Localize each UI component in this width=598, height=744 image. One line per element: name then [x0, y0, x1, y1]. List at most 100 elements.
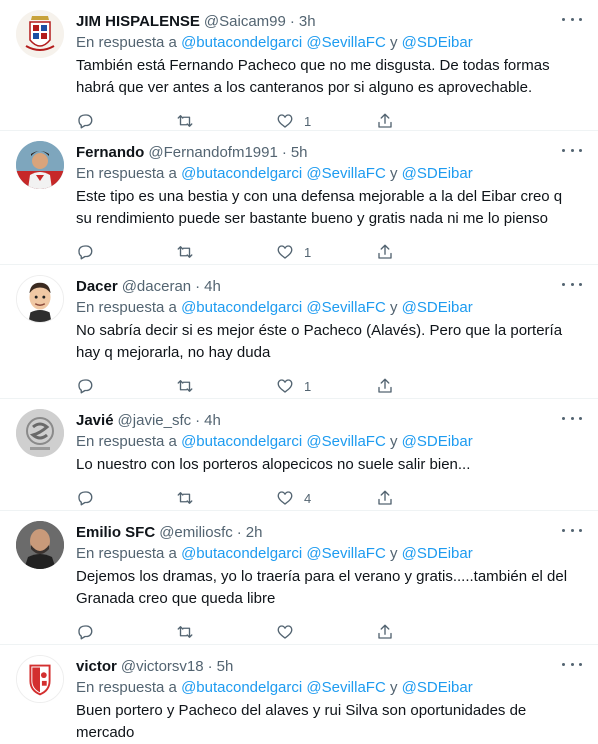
display-name[interactable]: Emilio SFC — [76, 524, 155, 541]
reply-prefix: En respuesta a — [76, 545, 177, 562]
like-count: 1 — [304, 378, 312, 394]
separator: · — [236, 523, 242, 541]
tweet-text: No sabría decir si es mejor éste o Pache… — [76, 322, 563, 361]
cartoon-avatar-icon — [17, 276, 63, 322]
display-name[interactable]: Fernando — [76, 144, 144, 161]
avatar[interactable] — [16, 521, 64, 569]
like-button[interactable] — [276, 623, 376, 641]
mention-link[interactable]: @butacondelgarci — [181, 299, 302, 316]
share-button[interactable] — [376, 623, 408, 641]
reply-icon — [78, 245, 93, 260]
retweet-icon — [177, 492, 193, 504]
reply-button[interactable] — [76, 623, 176, 641]
mention-link[interactable]: @SevillaFC — [306, 299, 385, 316]
mention-link[interactable]: @SevillaFC — [306, 679, 385, 696]
tweet-feed: JIM HISPALENSE @Saicam99 · 3h En respues… — [0, 0, 598, 741]
display-name[interactable]: Javié — [76, 412, 114, 429]
tweet-text: Dejemos los dramas, yo lo traería para e… — [76, 568, 568, 607]
more-options-icon[interactable] — [562, 12, 582, 26]
reply-button[interactable] — [76, 112, 176, 130]
retweet-button[interactable] — [176, 377, 276, 395]
reply-icon — [78, 491, 93, 506]
more-options-icon[interactable] — [562, 411, 582, 425]
avatar[interactable] — [16, 10, 64, 58]
reply-connector: y — [389, 545, 398, 562]
timestamp[interactable]: 4h — [204, 278, 221, 295]
like-count: 4 — [304, 490, 312, 506]
timestamp[interactable]: 3h — [299, 13, 316, 30]
mention-link[interactable]: @SevillaFC — [306, 34, 385, 51]
retweet-button[interactable] — [176, 623, 276, 641]
tweet[interactable]: Fernando @Fernandofm1991 · 5h En respues… — [0, 131, 598, 265]
heart-icon — [277, 625, 293, 639]
tweet[interactable]: Dacer @daceran · 4h En respuesta a @buta… — [0, 265, 598, 399]
mention-link[interactable]: @butacondelgarci — [181, 433, 302, 450]
share-button[interactable] — [376, 377, 408, 395]
mention-link[interactable]: @SevillaFC — [306, 433, 385, 450]
more-options-icon[interactable] — [562, 143, 582, 157]
mention-link[interactable]: @SevillaFC — [306, 165, 385, 182]
avatar[interactable] — [16, 275, 64, 323]
share-button[interactable] — [376, 489, 408, 507]
like-button[interactable]: 4 — [276, 489, 376, 507]
reply-button[interactable] — [76, 489, 176, 507]
tweet-header: Emilio SFC @emiliosfc · 2h — [76, 521, 582, 543]
user-handle[interactable]: @Fernandofm1991 — [148, 144, 277, 161]
mention-link[interactable]: @SDEibar — [402, 299, 473, 316]
share-button[interactable] — [376, 112, 408, 130]
display-name[interactable]: JIM HISPALENSE — [76, 13, 200, 30]
mention-link[interactable]: @butacondelgarci — [181, 34, 302, 51]
separator: · — [207, 657, 213, 675]
mention-link[interactable]: @SevillaFC — [306, 545, 385, 562]
display-name[interactable]: Dacer — [76, 278, 118, 295]
retweet-button[interactable] — [176, 489, 276, 507]
retweet-button[interactable] — [176, 112, 276, 130]
person-avatar-icon — [16, 141, 64, 189]
avatar[interactable] — [16, 409, 64, 457]
reply-button[interactable] — [76, 377, 176, 395]
more-options-icon[interactable] — [562, 657, 582, 671]
crest-avatar-icon — [16, 10, 64, 58]
reply-context: En respuesta a @butacondelgarci @Sevilla… — [76, 677, 582, 699]
display-name[interactable]: victor — [76, 658, 117, 675]
tweet-text: También está Fernando Pacheco que no me … — [76, 57, 550, 96]
mention-link[interactable]: @SDEibar — [402, 679, 473, 696]
more-options-icon[interactable] — [562, 523, 582, 537]
tweet[interactable]: JIM HISPALENSE @Saicam99 · 3h En respues… — [0, 0, 598, 131]
avatar[interactable] — [16, 141, 64, 189]
heart-icon — [277, 491, 293, 505]
mention-link[interactable]: @SDEibar — [402, 165, 473, 182]
share-button[interactable] — [376, 243, 408, 261]
heart-icon — [277, 114, 293, 128]
like-button[interactable]: 1 — [276, 377, 376, 395]
tweet[interactable]: Javié @javie_sfc · 4h En respuesta a @bu… — [0, 399, 598, 511]
retweet-icon — [177, 246, 193, 258]
user-handle[interactable]: @daceran — [122, 278, 191, 295]
tweet[interactable]: Emilio SFC @emiliosfc · 2h En respuesta … — [0, 511, 598, 645]
retweet-button[interactable] — [176, 243, 276, 261]
tweet-text: Buen portero y Pacheco del alaves y rui … — [76, 702, 527, 741]
timestamp[interactable]: 5h — [217, 658, 234, 675]
timestamp[interactable]: 4h — [204, 412, 221, 429]
user-handle[interactable]: @emiliosfc — [159, 524, 233, 541]
separator: · — [195, 277, 201, 295]
timestamp[interactable]: 2h — [246, 524, 263, 541]
mention-link[interactable]: @SDEibar — [402, 545, 473, 562]
avatar[interactable] — [16, 655, 64, 703]
mention-link[interactable]: @SDEibar — [402, 34, 473, 51]
mention-link[interactable]: @butacondelgarci — [181, 545, 302, 562]
mention-link[interactable]: @butacondelgarci — [181, 165, 302, 182]
user-handle[interactable]: @javie_sfc — [118, 412, 192, 429]
like-button[interactable]: 1 — [276, 112, 376, 130]
like-button[interactable]: 1 — [276, 243, 376, 261]
user-handle[interactable]: @victorsv18 — [121, 658, 204, 675]
reply-prefix: En respuesta a — [76, 679, 177, 696]
reply-button[interactable] — [76, 243, 176, 261]
mention-link[interactable]: @butacondelgarci — [181, 679, 302, 696]
timestamp[interactable]: 5h — [291, 144, 308, 161]
tweet[interactable]: victor @victorsv18 · 5h En respuesta a @… — [0, 645, 598, 741]
mention-link[interactable]: @SDEibar — [402, 433, 473, 450]
tweet-header: Javié @javie_sfc · 4h — [76, 409, 582, 431]
user-handle[interactable]: @Saicam99 — [204, 13, 286, 30]
more-options-icon[interactable] — [562, 277, 582, 291]
